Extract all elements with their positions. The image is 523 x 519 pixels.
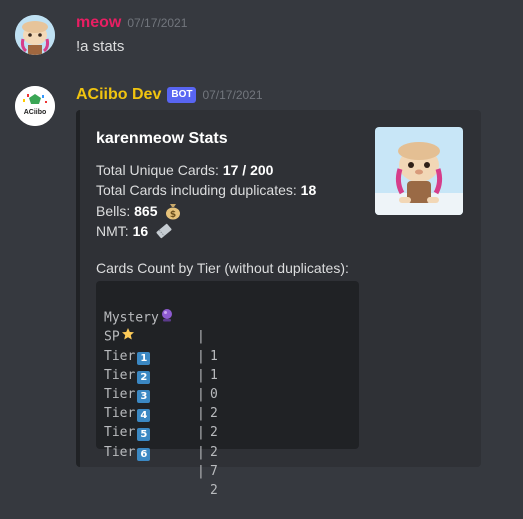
bells-value: 865 — [134, 203, 158, 220]
tier-row-sp: SP | 1 — [104, 308, 351, 383]
avatar-aciibo-dev[interactable]: ACiibo — [15, 86, 55, 126]
villager-avatar-icon — [15, 15, 55, 55]
bells-label: Bells: — [96, 203, 131, 220]
separator: | — [197, 444, 205, 460]
username[interactable]: meow — [76, 14, 121, 32]
villager-thumbnail-icon — [375, 127, 463, 215]
tier-count: 2 — [210, 444, 218, 460]
total-cards-label: Total Cards including duplicates: — [96, 182, 297, 198]
timestamp: 07/17/2021 — [202, 88, 263, 102]
total-cards-value: 18 — [300, 182, 317, 198]
stats-embed: karenmeow Stats Total Unique Cards: 17 /… — [76, 110, 481, 498]
bells-line: Bells: 865 $ — [96, 202, 182, 223]
avatar-meow[interactable] — [15, 15, 55, 55]
tier-row-5: Tier 5 | 7 — [104, 404, 351, 478]
message-meow: meow 07/17/2021 !a stats — [0, 0, 523, 70]
money-bag-icon: $ — [164, 202, 182, 223]
message-text: !a stats — [76, 38, 125, 55]
unique-cards-value: 17 / 200 — [222, 162, 274, 178]
tier-row-4: Tier 4 | 2 — [104, 385, 351, 459]
nmt-label: NMT: — [96, 223, 129, 240]
separator: | — [197, 463, 205, 479]
tier-row-2: Tier 2 | 2 — [104, 347, 351, 421]
embed-title: karenmeow Stats — [96, 130, 228, 147]
nmt-value: 16 — [132, 223, 149, 240]
username[interactable]: ACiibo Dev — [76, 86, 161, 104]
ticket-icon — [155, 222, 173, 243]
tier-count: 7 — [210, 463, 218, 479]
message-aciibo-dev: ACiibo ACiibo Dev BOT 07/17/2021 karenme… — [0, 70, 523, 498]
tier-count: 2 — [210, 482, 218, 498]
tier-row-1: Tier 1 | 0 — [104, 327, 351, 402]
unique-cards-line: Total Unique Cards: 17 / 200 — [96, 162, 273, 178]
svg-text:$: $ — [170, 210, 176, 220]
keycap-6-icon: 6 — [137, 447, 151, 461]
unique-cards-label: Total Unique Cards: — [96, 162, 219, 178]
nmt-line: NMT: 16 — [96, 222, 173, 243]
avatar-logo-text: ACiibo — [23, 109, 47, 116]
tier-label: Tier — [104, 444, 136, 460]
embed-thumbnail[interactable] — [375, 127, 463, 215]
total-cards-line: Total Cards including duplicates: 18 — [96, 182, 316, 198]
aciibo-logo-icon — [15, 86, 55, 126]
tier-code-block: Mystery | 1 SP | 1 Tier 1 | 0 Tier 2 | 2 T… — [96, 281, 359, 498]
tier-row-3: Tier 3 | 2 — [104, 366, 351, 440]
tier-row-mystery: Mystery | 1 — [104, 289, 351, 364]
tier-row-6: Tier 6 | 2 — [104, 423, 351, 498]
timestamp: 07/17/2021 — [127, 16, 188, 30]
tier-heading: Cards Count by Tier (without duplicates)… — [96, 260, 349, 276]
bot-badge: BOT — [167, 87, 197, 103]
